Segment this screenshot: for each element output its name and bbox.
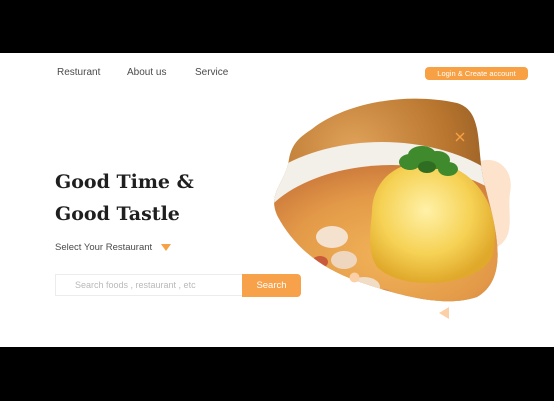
select-restaurant-dropdown[interactable]: Select Your Restaurant [55,242,172,253]
login-create-account-button[interactable]: Login & Create account [425,67,528,80]
nav-link-service[interactable]: Service [195,67,228,78]
hero-headline: Good Time & Good Tastle [55,166,194,230]
headline-line-1: Good Time & [55,171,194,193]
landing-page: Resturant About us Service Login & Creat… [0,53,554,347]
food-dish-image [274,98,498,302]
triangle-shape [439,307,449,319]
headline-line-2: Good Tastle [55,203,180,225]
x-icon [455,132,465,142]
select-restaurant-label: Select Your Restaurant [55,242,153,253]
nav-link-restaurant[interactable]: Resturant [57,67,100,78]
nav-link-about-us[interactable]: About us [127,67,166,78]
triangle-down-icon[interactable] [161,244,172,251]
search-input[interactable] [55,274,242,296]
circle-dot-shape [349,272,360,283]
